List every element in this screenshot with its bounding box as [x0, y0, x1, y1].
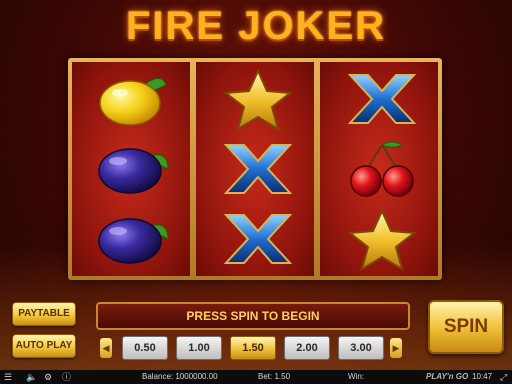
bet-option[interactable]: 3.00	[338, 336, 384, 360]
cherries-icon	[350, 141, 414, 197]
balance-display: Balance: 1000000.00	[142, 372, 218, 381]
x-icon	[223, 144, 293, 194]
symbol-star	[320, 204, 438, 274]
reel-1	[72, 62, 190, 276]
menu-icon[interactable]: ☰	[4, 370, 12, 384]
bet-display: Bet: 1.50	[258, 372, 291, 381]
x-icon	[223, 214, 293, 264]
bet-decrease-button[interactable]: ◀	[100, 338, 112, 358]
reel-2	[196, 62, 314, 276]
symbol-lemon	[72, 64, 190, 134]
spin-button[interactable]: SPIN	[428, 300, 504, 354]
symbol-star	[196, 64, 314, 134]
symbol-x	[196, 134, 314, 204]
autoplay-button[interactable]: AUTO PLAY	[12, 334, 76, 358]
plum-icon	[98, 148, 169, 194]
reels-frame	[68, 58, 442, 280]
info-icon[interactable]: ⓘ	[62, 370, 71, 384]
reel-3	[320, 62, 438, 276]
star-icon	[223, 69, 293, 131]
game-title: FIRE JOKER	[125, 4, 387, 48]
settings-icon[interactable]: ⚙	[44, 370, 52, 384]
bet-option-selected[interactable]: 1.50	[230, 336, 276, 360]
brand-logo: PLAY'n GO	[426, 372, 469, 381]
bet-option[interactable]: 2.00	[284, 336, 330, 360]
lemon-icon	[99, 78, 167, 126]
star-icon	[347, 209, 417, 271]
symbol-cherries	[320, 134, 438, 204]
bet-increase-button[interactable]: ▶	[390, 338, 402, 358]
plum-icon	[98, 218, 169, 264]
symbol-x	[196, 204, 314, 274]
x-icon	[347, 74, 417, 124]
win-display: Win:	[348, 372, 364, 381]
bet-option[interactable]: 1.00	[176, 336, 222, 360]
message-bar: PRESS SPIN TO BEGIN	[96, 302, 410, 330]
symbol-plum	[72, 204, 190, 274]
symbol-plum	[72, 134, 190, 204]
bet-option[interactable]: 0.50	[122, 336, 168, 360]
sound-icon[interactable]: 🔈	[26, 370, 37, 384]
clock: 10:47	[472, 372, 493, 381]
status-bar: ☰ 🔈 ⚙ ⓘ Balance: 1000000.00 Bet: 1.50 Wi…	[0, 370, 512, 384]
symbol-x	[320, 64, 438, 134]
fullscreen-icon[interactable]: ⤢	[500, 370, 507, 384]
paytable-button[interactable]: PAYTABLE	[12, 302, 76, 326]
